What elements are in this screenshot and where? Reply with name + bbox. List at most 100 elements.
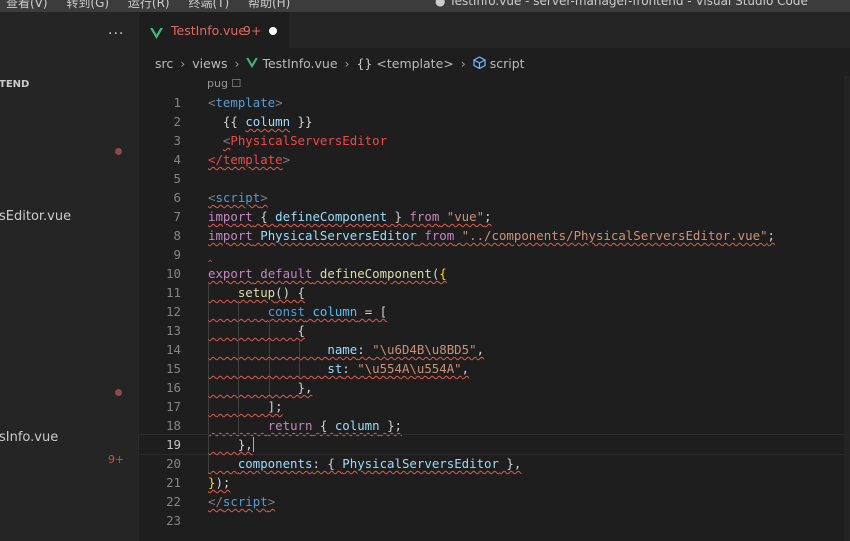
code-line[interactable]: 22 </script> <box>139 492 850 511</box>
code-line[interactable]: 2 {{ column }} <box>139 112 850 131</box>
line-number: 20 <box>166 456 181 471</box>
more-actions-icon[interactable]: ··· <box>108 26 124 42</box>
code-token: ); <box>215 475 231 490</box>
code-token: }, <box>498 456 522 471</box>
code-token: }; <box>379 418 402 433</box>
code-line[interactable]: 18 return { column }; <box>139 416 850 435</box>
problems-badge: 9+ <box>108 453 125 466</box>
code-text: return { column }; <box>208 416 402 435</box>
code-line[interactable]: 19 }, <box>138 434 850 455</box>
code-token: {{ <box>208 114 246 129</box>
code-line[interactable]: 5 <box>139 169 850 188</box>
code-token: > <box>282 152 291 167</box>
code-token: }} <box>290 114 313 129</box>
line-number: 13 <box>166 323 181 338</box>
chevron-right-icon: › <box>344 56 350 71</box>
vue-file-icon <box>150 24 163 43</box>
code-lines[interactable]: 1 <template> 2 {{ column }} 3 <PhysicalServ… <box>138 93 850 530</box>
code-text: <template> <box>208 93 283 112</box>
code-token: { <box>439 266 447 281</box>
code-token: column <box>334 418 380 433</box>
code-line[interactable]: 10 export default defineComponent({ <box>139 264 850 283</box>
code-line[interactable]: 1 <template> <box>139 93 850 112</box>
code-token: = [ <box>357 304 388 319</box>
chevron-right-icon: › <box>460 56 466 71</box>
unsaved-dot-icon[interactable] <box>269 27 277 35</box>
tab-testinfo[interactable]: TestInfo.vue 9+ <box>139 12 289 48</box>
breadcrumb-src[interactable]: src <box>155 56 173 71</box>
code-token: column <box>245 114 291 129</box>
modified-dot-icon <box>115 148 122 155</box>
line-number: 4 <box>173 152 181 167</box>
menu-terminal[interactable]: 终端(T) <box>188 0 229 10</box>
code-text: import PhysicalServersEditor from "../co… <box>208 226 775 245</box>
code-token: ; <box>484 209 492 224</box>
code-line[interactable]: 8 import PhysicalServersEditor from "../c… <box>139 226 850 245</box>
code-line[interactable]: 21}); <box>139 473 850 492</box>
code-text: import { defineComponent } from "vue"; <box>208 207 492 226</box>
line-number: 12 <box>166 304 181 319</box>
code-line[interactable]: 9 ‸ <box>139 245 850 264</box>
code-token: }, <box>208 380 313 395</box>
sidebar-file-editor[interactable]: sEditor.vue <box>0 209 71 224</box>
code-line[interactable]: 23 <box>139 511 850 530</box>
cube-icon <box>473 55 486 72</box>
code-line[interactable]: 15 st: "\u554A\u554A", <box>139 359 850 378</box>
menu-run[interactable]: 运行(R) <box>128 0 170 10</box>
code-text: }, <box>208 435 254 454</box>
breadcrumb-template[interactable]: <template> <box>376 56 453 71</box>
code-line[interactable]: 3 <PhysicalServersEditor <box>139 131 850 150</box>
line-number: 18 <box>166 418 181 433</box>
code-line[interactable]: 20 components: { PhysicalServersEditor }… <box>139 454 850 473</box>
menu-help[interactable]: 帮助(H) <box>248 0 290 10</box>
code-text: const column = [ <box>208 302 387 321</box>
line-number: 2 <box>173 114 181 129</box>
sidebar-file-info[interactable]: sInfo.vue <box>0 430 58 445</box>
code-line[interactable]: 12 const column = [ <box>139 302 850 321</box>
code-line[interactable]: 4 </template> <box>139 150 850 169</box>
code-token: components <box>237 456 313 471</box>
explorer-section-title[interactable]: TEND <box>0 79 29 90</box>
line-number: 21 <box>166 475 181 490</box>
code-token: : <box>357 342 373 357</box>
code-text: setup() { <box>208 283 305 302</box>
code-text: </template> <box>208 150 290 169</box>
breadcrumb-views[interactable]: views <box>192 56 227 71</box>
breadcrumb-script[interactable]: script <box>490 56 525 71</box>
code-line[interactable]: 14 name: "\u6D4B\u8BD5", <box>139 340 850 359</box>
scrollbar[interactable] <box>844 76 850 541</box>
code-line[interactable]: 7 import { defineComponent } from "vue"; <box>139 207 850 226</box>
code-token: PhysicalServersEditor <box>260 228 417 243</box>
code-text: </script> <box>208 492 275 511</box>
line-number: 9 <box>173 247 181 262</box>
tab-filename: TestInfo.vue <box>171 23 247 38</box>
code-token: PhysicalServersEditor <box>342 456 499 471</box>
code-line[interactable]: 13 { <box>139 321 850 340</box>
code-token: column <box>312 304 358 319</box>
breadcrumb-file[interactable]: TestInfo.vue <box>262 56 337 71</box>
code-token: from <box>424 228 455 243</box>
code-token: return <box>267 418 313 433</box>
code-text: {{ column }} <box>208 112 313 131</box>
code-token: script <box>215 190 261 205</box>
code-line[interactable]: 17 ]; <box>139 397 850 416</box>
code-text: <PhysicalServersEditor <box>208 131 387 150</box>
code-text: ]; <box>208 397 283 416</box>
tab-problems-badge: 9+ <box>243 23 262 38</box>
code-editor[interactable]: pug ☐ 1 <template> 2 {{ column }} 3 <Physic… <box>138 76 850 541</box>
code-line[interactable]: 16 }, <box>139 378 850 397</box>
menu-view[interactable]: 查看(V) <box>6 0 48 10</box>
code-line[interactable]: 6 <script> <box>139 188 850 207</box>
line-number: 16 <box>166 380 181 395</box>
menu-goto[interactable]: 转到(G) <box>66 0 109 10</box>
text-cursor <box>252 437 254 452</box>
line-number: 3 <box>173 133 181 148</box>
code-token: import <box>208 209 253 224</box>
code-token: from <box>409 209 440 224</box>
code-line[interactable]: 11 setup() { <box>139 283 850 302</box>
code-token: : <box>342 361 358 376</box>
